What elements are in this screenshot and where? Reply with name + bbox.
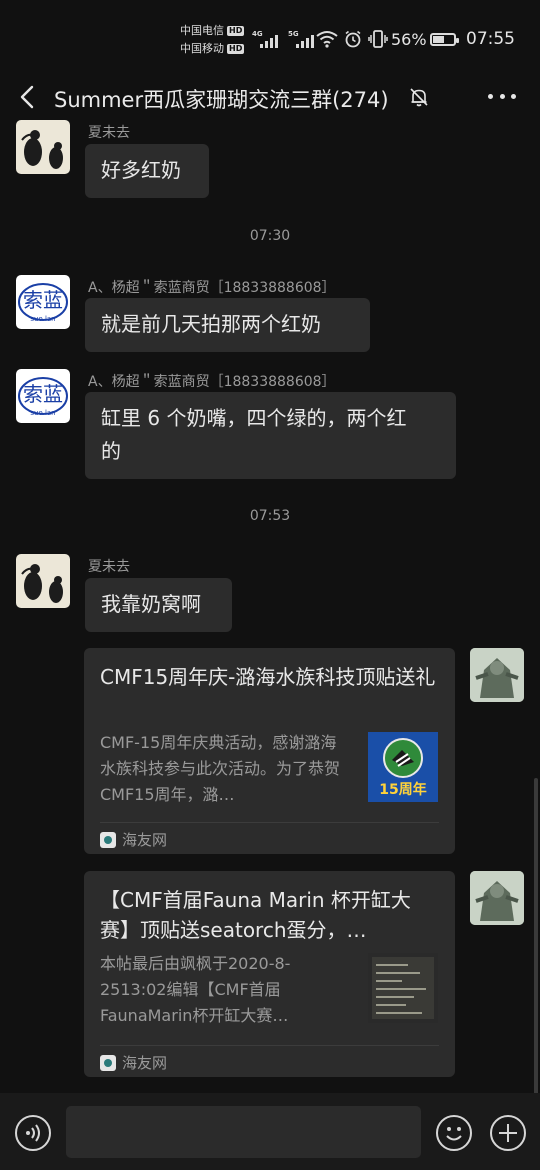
- alarm-icon: [345, 30, 361, 48]
- link-card[interactable]: 【CMF首届Fauna Marin 杯开缸大赛】顶贴送seatorch蛋分，… …: [84, 871, 455, 1077]
- link-card-source-label: 海友网: [122, 831, 168, 849]
- scrollbar-thumb[interactable]: [534, 778, 538, 1096]
- status-clock: 07:55: [466, 29, 515, 49]
- avatar[interactable]: 索蓝 suo lan: [16, 369, 70, 423]
- emoji-icon: [446, 1127, 462, 1141]
- sender-name: A、杨超＂索蓝商贸［18833888608］: [88, 374, 336, 390]
- chat-header: Summer西瓜家珊瑚交流三群(274): [0, 68, 540, 126]
- status-bar: 中国电信 HD 中国移动 HD 4G 5G 56% 07:55: [0, 0, 540, 68]
- avatar[interactable]: [470, 871, 524, 925]
- sender-name: 夏未去: [88, 125, 130, 141]
- message-bubble[interactable]: 缸里 6 个奶嘴，四个绿的，两个红 的: [85, 392, 456, 479]
- plus-icon: [499, 1124, 517, 1142]
- message-text: 我靠奶窝啊: [101, 592, 201, 616]
- carrier-2: 中国移动: [180, 42, 224, 55]
- avatar-logo-text: 索蓝: [23, 382, 63, 406]
- avatar[interactable]: 索蓝 suo lan: [16, 275, 70, 329]
- link-card-title: CMF15周年庆-潞海水族科技顶贴送礼: [100, 665, 436, 689]
- signal-4g-icon: 4G: [252, 30, 278, 48]
- timestamp: 07:53: [249, 508, 291, 524]
- link-card-source: 海友网: [100, 1052, 167, 1073]
- voice-icon: [26, 1124, 40, 1142]
- mute-bell-icon: [410, 88, 428, 107]
- avatar-logo-subtext: suo lan: [30, 315, 55, 323]
- emoji-button[interactable]: [436, 1115, 472, 1151]
- link-card-source: 海友网: [100, 829, 167, 850]
- link-card-description: 本帖最后由飒枫于2020-8-2513:02编辑【CMF首届FaunaMarin…: [100, 954, 291, 1025]
- message-bubble[interactable]: 好多红奶: [85, 144, 209, 198]
- hd-badge: HD: [227, 26, 245, 36]
- link-card-divider: [100, 1045, 439, 1046]
- avatar[interactable]: [16, 120, 70, 174]
- message-bubble[interactable]: 我靠奶窝啊: [85, 578, 232, 632]
- link-card-description: CMF-15周年庆典活动，感谢潞海水族科技参与此次活动。为了恭贺CMF15周年，…: [100, 733, 341, 804]
- sender-name: 夏未去: [88, 559, 130, 575]
- message-text: 的: [101, 439, 121, 463]
- message-text: 好多红奶: [101, 158, 181, 182]
- link-card-thumbnail: 15周年: [368, 732, 438, 802]
- source-app-icon: [100, 831, 116, 848]
- link-card-source-label: 海友网: [122, 1054, 168, 1072]
- thumbnail-caption: 15周年: [379, 781, 426, 798]
- avatar[interactable]: [470, 648, 524, 702]
- signal-indicators: 4G 5G: [252, 30, 314, 48]
- wifi-icon: [316, 31, 338, 48]
- carrier-1: 中国电信: [180, 24, 224, 37]
- link-card[interactable]: CMF15周年庆-潞海水族科技顶贴送礼 CMF-15周年庆典活动，感谢潞海水族科…: [84, 648, 455, 854]
- link-card-thumbnail: [368, 953, 438, 1023]
- battery-percent: 56%: [391, 30, 427, 49]
- link-card-title: 【CMF首届Fauna Marin 杯开缸大赛】顶贴送seatorch蛋分，…: [100, 888, 411, 942]
- signal-5g-icon: 5G: [288, 30, 314, 48]
- more-icon[interactable]: [488, 94, 516, 102]
- message-bubble[interactable]: 就是前几天拍那两个红奶: [85, 298, 370, 352]
- avatar-logo-subtext: suo lan: [30, 409, 55, 417]
- avatar-logo-text: 索蓝: [23, 288, 63, 312]
- battery-level-fill: [433, 36, 444, 43]
- voice-input-button[interactable]: [15, 1115, 51, 1151]
- input-bar: [0, 1093, 540, 1170]
- link-card-divider: [100, 822, 439, 823]
- sender-name: A、杨超＂索蓝商贸［18833888608］: [88, 280, 336, 296]
- hd-badge: HD: [227, 44, 245, 54]
- source-app-icon: [100, 1054, 116, 1071]
- timestamp: 07:30: [249, 228, 291, 244]
- vibrate-icon: [368, 30, 388, 48]
- more-functions-button[interactable]: [490, 1115, 526, 1151]
- back-icon[interactable]: [16, 82, 40, 112]
- battery-icon: [430, 33, 459, 46]
- message-text: 就是前几天拍那两个红奶: [101, 312, 321, 336]
- message-input[interactable]: [66, 1106, 421, 1158]
- avatar[interactable]: [16, 554, 70, 608]
- carrier-info: 中国电信 HD 中国移动 HD: [180, 22, 245, 58]
- message-text: 缸里 6 个奶嘴，四个绿的，两个红: [101, 406, 407, 430]
- chat-title: Summer西瓜家珊瑚交流三群(274): [54, 88, 389, 112]
